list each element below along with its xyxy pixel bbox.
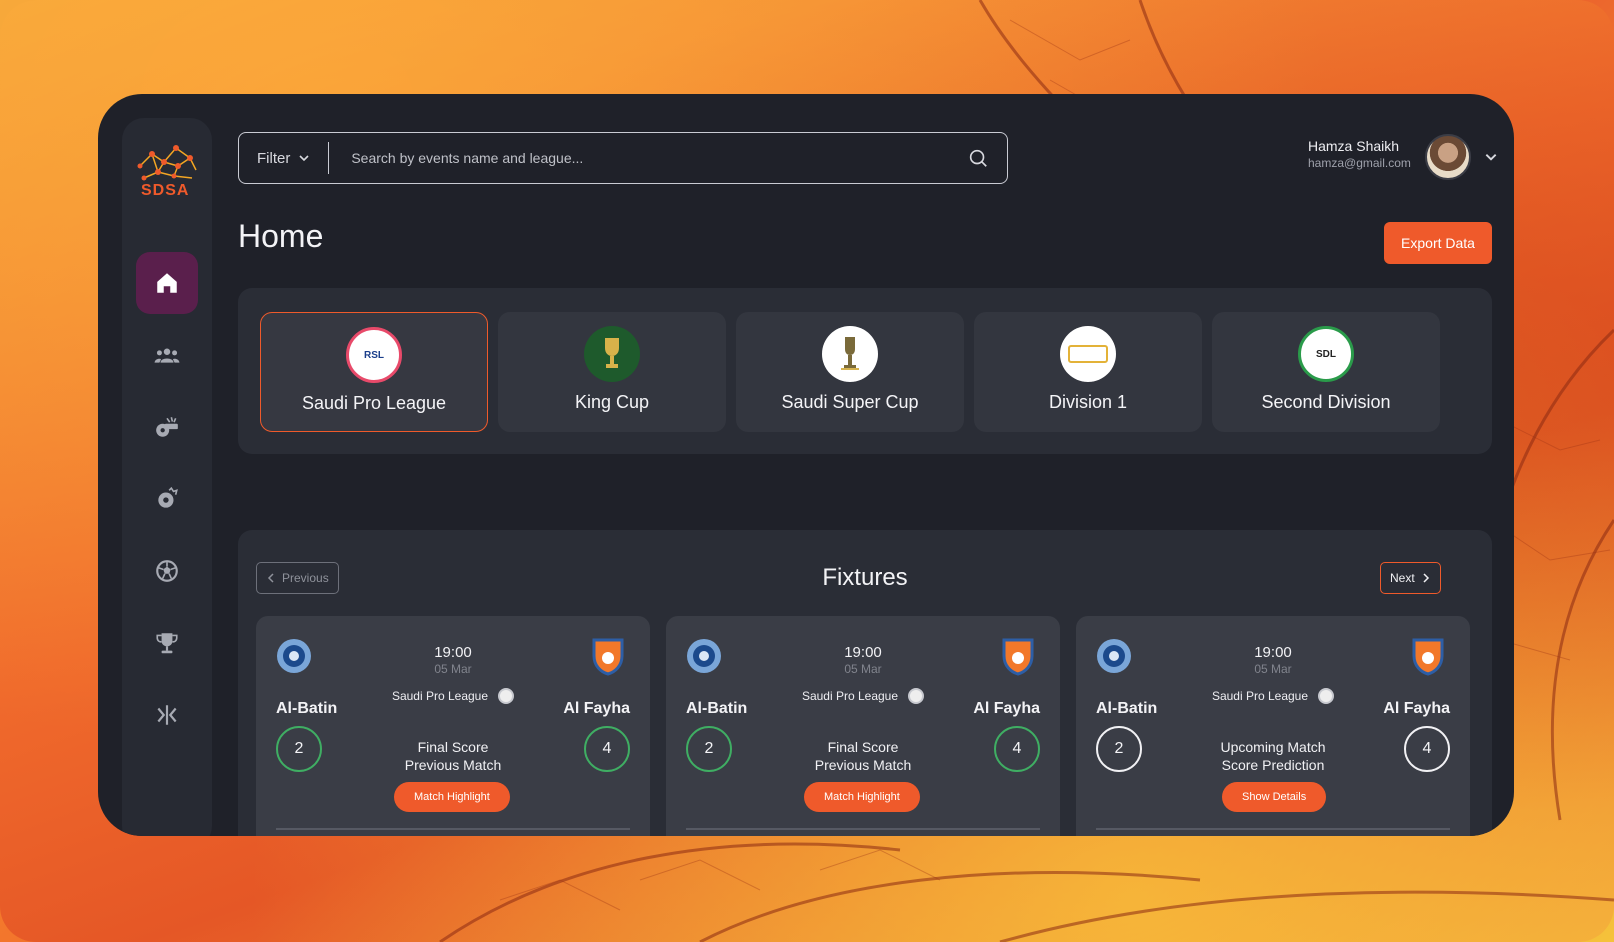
- status-line-1: Final Score: [827, 739, 899, 755]
- league-name: Second Division: [1261, 392, 1391, 412]
- match-highlight-button[interactable]: Match Highlight: [394, 782, 510, 812]
- app-window: SDSA Filter Search by events name and le…: [98, 94, 1514, 836]
- status-line-2: Score Prediction: [1221, 757, 1325, 773]
- saudi-super-cup-logo-icon: [822, 326, 878, 382]
- users-icon: [154, 348, 180, 363]
- nav-whistle[interactable]: [136, 396, 198, 458]
- match-league-name: Saudi Pro League: [1211, 689, 1309, 703]
- status-line-2: Previous Match: [814, 757, 912, 773]
- match-date: 05 Mar: [844, 662, 882, 676]
- status-line-1: Upcoming Match: [1220, 739, 1326, 755]
- league-mini-logo-icon: [498, 688, 515, 704]
- logo-text: SDSA: [141, 182, 190, 199]
- nav-trophy[interactable]: [136, 612, 198, 674]
- match-status: Final Score Previous Match: [666, 738, 1060, 774]
- match-league: Saudi Pro League: [256, 688, 650, 704]
- league-selector: RSL Saudi Pro League King Cup Saudi Supe…: [238, 288, 1492, 454]
- whistle-icon: [156, 417, 178, 437]
- match-highlight-button[interactable]: Match Highlight: [804, 782, 920, 812]
- divider: [276, 828, 630, 830]
- match-league-name: Saudi Pro League: [391, 689, 489, 703]
- search-icon[interactable]: [967, 147, 989, 169]
- filter-dropdown[interactable]: Filter: [239, 142, 330, 174]
- collapse-icon: [157, 705, 177, 725]
- nav-collapse[interactable]: [136, 684, 198, 746]
- export-data-button[interactable]: Export Data: [1384, 222, 1492, 264]
- league-card-saudi-pro-league[interactable]: RSL Saudi Pro League: [260, 312, 488, 432]
- king-cup-logo-icon: [584, 326, 640, 382]
- league-card-second-division[interactable]: SDL Second Division: [1212, 312, 1440, 432]
- status-line-2: Previous Match: [404, 757, 502, 773]
- match-card: Al-Batin Al Fayha 19:00 05 Mar Saudi Pro…: [256, 616, 650, 836]
- next-label: Next: [1390, 571, 1415, 585]
- league-mini-logo-icon: [908, 688, 925, 704]
- page-title: Home: [238, 218, 324, 254]
- trophy-icon: [156, 633, 178, 654]
- chevron-down-icon: [299, 155, 309, 162]
- avatar[interactable]: [1425, 134, 1471, 180]
- sidebar: SDSA: [122, 118, 212, 836]
- match-league-name: Saudi Pro League: [801, 689, 899, 703]
- match-time: 19:00: [434, 644, 472, 661]
- second-division-logo-icon: SDL: [1298, 326, 1354, 382]
- user-profile[interactable]: Hamza Shaikh hamza@gmail.com: [1308, 134, 1508, 184]
- match-status: Upcoming Match Score Prediction: [1076, 738, 1470, 774]
- nav-home[interactable]: [136, 252, 198, 314]
- league-name: Saudi Super Cup: [781, 392, 919, 412]
- division-1-logo-icon: [1060, 326, 1116, 382]
- match-league: Saudi Pro League: [666, 688, 1060, 704]
- nav-football[interactable]: [136, 540, 198, 602]
- football-cloud-icon: [158, 486, 178, 508]
- divider: [686, 828, 1040, 830]
- match-card: Al-Batin Al Fayha 19:00 05 Mar Saudi Pro…: [666, 616, 1060, 836]
- filter-label: Filter: [257, 149, 291, 167]
- league-name: Division 1: [1048, 392, 1128, 412]
- league-mini-logo-icon: [1318, 688, 1335, 704]
- divider: [1096, 828, 1450, 830]
- background: SDSA Filter Search by events name and le…: [0, 0, 1614, 942]
- home-icon: [157, 273, 177, 293]
- nav-users[interactable]: [136, 324, 198, 386]
- match-date: 05 Mar: [434, 662, 472, 676]
- league-name: Saudi Pro League: [301, 393, 447, 413]
- search-input[interactable]: [329, 150, 967, 166]
- chevron-down-icon[interactable]: [1484, 150, 1498, 164]
- match-league: Saudi Pro League: [1076, 688, 1470, 704]
- user-email: hamza@gmail.com: [1308, 156, 1411, 170]
- search-bar: Filter: [238, 132, 1008, 184]
- show-details-button[interactable]: Show Details: [1222, 782, 1327, 812]
- match-card: Al-Batin Al Fayha 19:00 05 Mar Saudi Pro…: [1076, 616, 1470, 836]
- status-line-1: Final Score: [417, 739, 489, 755]
- football-icon: [156, 560, 178, 582]
- fixtures-title: Fixtures: [822, 564, 908, 591]
- chevron-right-icon: [1423, 573, 1429, 583]
- match-time: 19:00: [844, 644, 882, 661]
- match-status: Final Score Previous Match: [256, 738, 650, 774]
- match-time: 19:00: [1254, 644, 1292, 661]
- next-button[interactable]: Next: [1380, 562, 1441, 594]
- match-date: 05 Mar: [1254, 662, 1292, 676]
- nav-stats[interactable]: [136, 468, 198, 530]
- league-name: King Cup: [574, 392, 650, 412]
- league-card-saudi-super-cup[interactable]: Saudi Super Cup: [736, 312, 964, 432]
- saudi-pro-league-logo-icon: RSL: [346, 327, 402, 383]
- league-card-king-cup[interactable]: King Cup: [498, 312, 726, 432]
- user-name: Hamza Shaikh: [1308, 138, 1400, 154]
- fixtures-section: Previous Fixtures Next Al-Batin Al Fayha…: [238, 530, 1492, 836]
- league-card-division-1[interactable]: Division 1: [974, 312, 1202, 432]
